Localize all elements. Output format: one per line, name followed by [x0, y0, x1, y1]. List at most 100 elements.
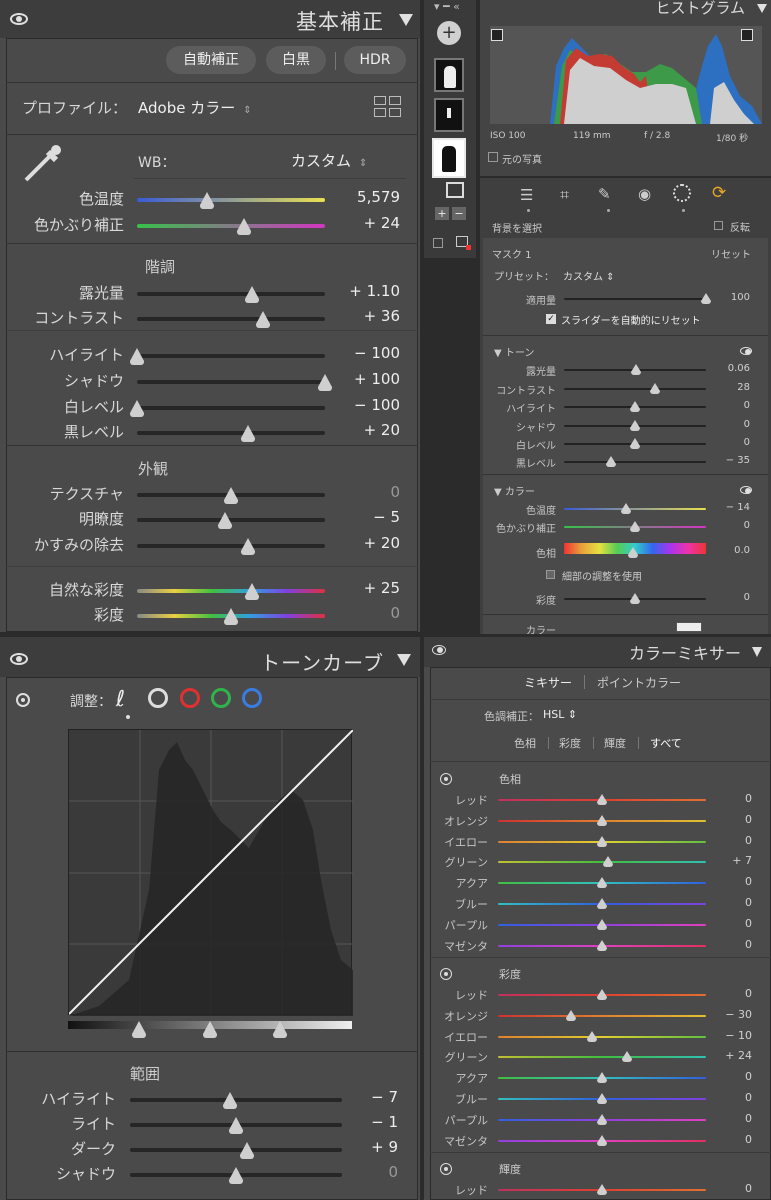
mixer-slider-thumb[interactable] [621, 1051, 632, 1063]
profile-dropdown[interactable]: Adobe カラー ⇕ [138, 97, 252, 118]
basic-slider-thumb[interactable] [244, 583, 259, 600]
range-slider-thumb[interactable] [222, 1092, 237, 1109]
basic-slider-track[interactable] [137, 380, 325, 384]
mixer-slider-track[interactable] [498, 1014, 706, 1017]
basic-slider-thumb[interactable] [240, 425, 255, 442]
mask-slider-thumb[interactable] [701, 293, 711, 304]
mask-slider-track[interactable] [564, 298, 706, 300]
overlay-icon[interactable] [446, 182, 464, 198]
point-curve-red-icon[interactable] [180, 688, 200, 708]
minus-small-button[interactable]: − [452, 207, 466, 220]
range-slider-track[interactable] [130, 1148, 342, 1152]
mixer-slider-thumb[interactable] [597, 918, 607, 930]
basic-slider-track[interactable] [137, 292, 325, 296]
mixer-slider-thumb[interactable] [597, 814, 607, 826]
mixer-slider-thumb[interactable] [597, 989, 607, 1000]
mode-luminance[interactable]: 輝度 [604, 735, 626, 751]
curve-graph[interactable] [68, 729, 354, 1016]
basic-slider-thumb[interactable] [224, 608, 238, 625]
mask-thumb-selected[interactable] [432, 138, 466, 178]
basic-slider-track[interactable] [137, 317, 325, 321]
adjust-dropdown[interactable]: HSL ⇕ [543, 708, 577, 721]
split-thumb-shadows[interactable] [132, 1021, 146, 1038]
mixer-slider-thumb[interactable] [597, 1113, 607, 1125]
basic-slider-thumb[interactable] [255, 311, 270, 328]
target-adjust-icon[interactable] [16, 693, 30, 707]
fine-adjust-checkbox[interactable] [546, 570, 555, 579]
color-swatch[interactable] [676, 622, 702, 632]
basic-slider-thumb[interactable] [224, 487, 238, 504]
mixer-slider-thumb[interactable] [565, 1009, 576, 1021]
basic-slider-track[interactable] [137, 406, 325, 410]
mixer-slider-thumb[interactable] [597, 1134, 607, 1146]
profile-grid-icon[interactable] [374, 96, 402, 118]
wb-dropdown[interactable]: カスタム ⇕ [291, 150, 367, 171]
basic-slider-track[interactable] [137, 431, 325, 435]
basic-slider-track[interactable] [137, 354, 325, 358]
mixer-slider-thumb[interactable] [597, 1093, 607, 1104]
basic-slider-track[interactable] [137, 198, 325, 202]
basic-slider-thumb[interactable] [237, 218, 252, 235]
point-curve-blue-icon[interactable] [242, 688, 262, 708]
mode-saturation[interactable]: 彩度 [559, 735, 581, 751]
edit-tool-icon[interactable]: ☰ [520, 186, 533, 204]
overlay-color-icon[interactable] [456, 236, 471, 250]
mixer-slider-thumb[interactable] [597, 1184, 607, 1195]
point-curve-green-icon[interactable] [211, 688, 231, 708]
mode-all[interactable]: すべて [650, 735, 682, 751]
preset-dropdown[interactable]: カスタム ⇕ [563, 268, 615, 283]
split-thumb-midtones[interactable] [203, 1021, 217, 1038]
add-mask-button[interactable]: + [437, 21, 461, 45]
mask-slider-thumb[interactable] [630, 438, 640, 449]
range-slider-thumb[interactable] [239, 1142, 254, 1159]
collapse-triangle-icon[interactable] [752, 647, 762, 657]
mixer-slider-thumb[interactable] [597, 898, 607, 909]
collapse-triangle-icon[interactable] [397, 654, 411, 666]
auto-reset-checkbox[interactable]: ✓ [546, 314, 556, 324]
mask-slider-thumb[interactable] [649, 383, 660, 394]
mixer-slider-thumb[interactable] [597, 939, 607, 951]
basic-slider-thumb[interactable] [240, 538, 255, 555]
preset-tool-icon[interactable]: ⟳ [712, 183, 726, 203]
hue-slider-thumb[interactable] [628, 547, 638, 558]
split-thumb-highlights[interactable] [273, 1021, 287, 1038]
mask-slider-thumb[interactable] [621, 503, 632, 514]
mixer-slider-thumb[interactable] [597, 877, 607, 889]
mixer-slider-track[interactable] [498, 1035, 706, 1038]
basic-slider-track[interactable] [137, 224, 325, 228]
tone-group-title[interactable]: ▼ トーン [494, 344, 534, 359]
collapse-triangle-icon[interactable] [757, 4, 767, 13]
mask-tool-icon[interactable] [673, 184, 691, 202]
mask-thumb[interactable] [434, 58, 464, 92]
mask-slider-track[interactable] [564, 508, 706, 510]
original-photo-checkbox[interactable] [488, 152, 498, 162]
visibility-eye-icon[interactable] [10, 13, 28, 25]
range-slider-thumb[interactable] [229, 1117, 243, 1134]
show-overlay-checkbox[interactable] [433, 238, 443, 248]
auto-button[interactable]: 自動補正 [166, 46, 256, 74]
basic-slider-track[interactable] [137, 589, 325, 593]
parametric-curve-icon[interactable]: ℓ [116, 687, 142, 713]
mask-slider-thumb[interactable] [605, 456, 616, 467]
basic-slider-thumb[interactable] [130, 348, 144, 365]
redeye-tool-icon[interactable]: ◉ [638, 185, 651, 203]
mask-slider-track[interactable] [564, 461, 706, 463]
bw-button[interactable]: 白黒 [266, 46, 326, 74]
plus-small-button[interactable]: + [435, 207, 449, 220]
mode-hue[interactable]: 色相 [514, 735, 536, 751]
basic-slider-thumb[interactable] [218, 512, 233, 529]
mixer-slider-thumb[interactable] [603, 856, 614, 868]
highlight-clip-icon[interactable] [741, 29, 753, 41]
mask-thumb[interactable] [434, 98, 464, 132]
mixer-slider-thumb[interactable] [586, 1030, 597, 1042]
mask-slider-thumb[interactable] [631, 364, 642, 375]
tab-point-color[interactable]: ポイントカラー [597, 674, 681, 691]
tab-mixer[interactable]: ミキサー [524, 674, 572, 691]
basic-slider-thumb[interactable] [199, 192, 214, 209]
mixer-slider-thumb[interactable] [597, 835, 607, 847]
heal-tool-icon[interactable]: ✎ [598, 185, 611, 203]
mixer-slider-thumb[interactable] [597, 794, 607, 805]
basic-slider-thumb[interactable] [244, 286, 259, 303]
mixer-slider-thumb[interactable] [597, 1072, 607, 1084]
mask-reset-link[interactable]: リセット [711, 246, 751, 261]
